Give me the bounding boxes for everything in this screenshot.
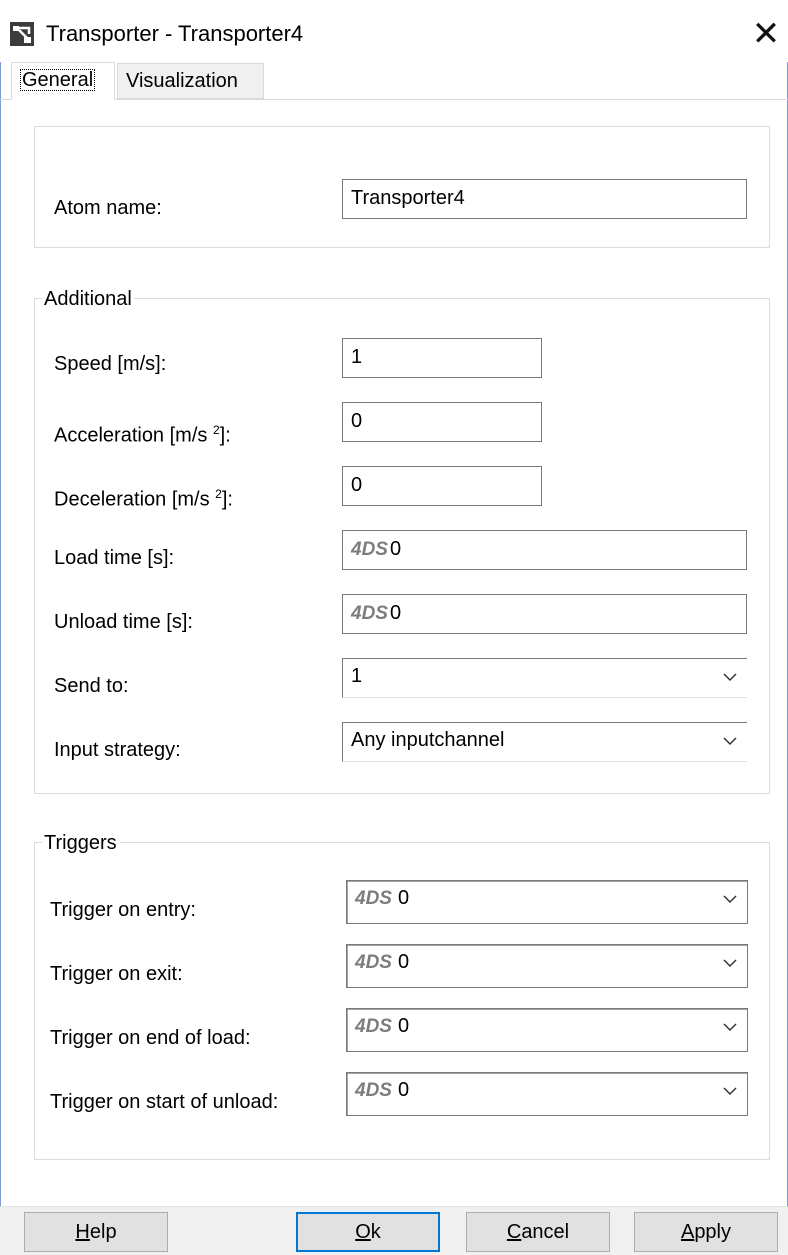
atom-name-input[interactable]: Transporter4	[342, 179, 747, 219]
window-title: Transporter - Transporter4	[46, 21, 304, 46]
unload-time-value: 0	[389, 602, 402, 624]
tab-general[interactable]: General	[11, 62, 115, 100]
trigger-exit-4ds-prefix: 4DS	[355, 952, 392, 973]
ok-mnemonic: O	[355, 1221, 371, 1243]
acceleration-label-end: ]:	[219, 424, 231, 447]
chevron-down-icon	[723, 1023, 737, 1032]
load-time-4ds-prefix: 4DS	[351, 539, 388, 560]
cancel-mnemonic: C	[506, 1221, 522, 1243]
input-strategy-value: Any inputchannel	[351, 729, 505, 751]
chevron-down-icon	[723, 737, 737, 746]
trigger-end-of-load-dropdown[interactable]: 4DS 0	[346, 1008, 748, 1052]
apply-label-rest: pply	[694, 1221, 732, 1243]
trigger-exit-label: Trigger on exit:	[50, 963, 183, 985]
help-label-rest: elp	[89, 1221, 117, 1243]
additional-group-title: Additional	[42, 287, 134, 311]
trigger-end-of-load-value: 0	[397, 1015, 410, 1037]
trigger-start-of-unload-value: 0	[397, 1079, 410, 1101]
cancel-label-rest: ancel	[521, 1221, 570, 1243]
speed-value: 1	[351, 346, 363, 368]
ok-button[interactable]: Ok	[296, 1212, 440, 1252]
chevron-down-icon	[723, 1087, 737, 1096]
trigger-end-of-load-4ds-prefix: 4DS	[355, 1016, 392, 1037]
chevron-down-icon	[723, 959, 737, 968]
deceleration-value: 0	[351, 474, 363, 496]
trigger-exit-dropdown[interactable]: 4DS 0	[346, 944, 748, 988]
acceleration-label-text: Acceleration [m/s	[54, 424, 213, 447]
send-to-dropdown[interactable]: 1	[342, 658, 747, 698]
input-strategy-dropdown[interactable]: Any inputchannel	[342, 722, 747, 762]
send-to-value: 1	[351, 665, 363, 687]
tab-general-label: General	[20, 69, 96, 91]
ok-label-rest: k	[370, 1221, 381, 1243]
deceleration-label-sup: 2	[215, 487, 222, 501]
triggers-group-title: Triggers	[42, 831, 119, 855]
help-mnemonic: H	[75, 1221, 90, 1243]
acceleration-value: 0	[351, 410, 363, 432]
cancel-button[interactable]: Cancel	[466, 1212, 610, 1252]
close-icon[interactable]: ✕	[748, 16, 784, 52]
help-button[interactable]: Help	[24, 1212, 168, 1252]
chevron-down-icon	[723, 895, 737, 904]
unload-time-4ds-prefix: 4DS	[351, 603, 388, 624]
acceleration-label-sup: 2	[212, 423, 220, 437]
acceleration-input[interactable]: 0	[342, 402, 542, 442]
load-time-label: Load time [s]:	[54, 547, 175, 569]
trigger-start-of-unload-label: Trigger on start of unload:	[50, 1091, 279, 1113]
apply-button[interactable]: Apply	[634, 1212, 778, 1252]
title-bar: Transporter - Transporter4 ✕	[0, 0, 788, 62]
acceleration-label: Acceleration [m/s 2]:	[54, 416, 231, 450]
deceleration-label-end: ]:	[221, 488, 233, 511]
trigger-start-of-unload-4ds-prefix: 4DS	[355, 1080, 392, 1101]
chevron-down-icon	[723, 673, 737, 682]
trigger-entry-label: Trigger on entry:	[50, 899, 196, 921]
speed-input[interactable]: 1	[342, 338, 542, 378]
trigger-entry-dropdown[interactable]: 4DS 0	[346, 880, 748, 924]
atom-name-value: Transporter4	[351, 187, 465, 209]
transporter-app-icon	[10, 22, 34, 46]
speed-label: Speed [m/s]:	[54, 353, 167, 375]
unload-time-label: Unload time [s]:	[54, 611, 193, 633]
input-strategy-label: Input strategy:	[54, 739, 181, 761]
trigger-end-of-load-label: Trigger on end of load:	[50, 1027, 251, 1049]
deceleration-label: Deceleration [m/s 2]:	[54, 480, 233, 514]
load-time-input[interactable]: 4DS 0	[342, 530, 747, 570]
load-time-value: 0	[389, 538, 402, 560]
send-to-label: Send to:	[54, 675, 129, 697]
unload-time-input[interactable]: 4DS 0	[342, 594, 747, 634]
deceleration-input[interactable]: 0	[342, 466, 542, 506]
atom-name-label: Atom name:	[54, 197, 162, 219]
deceleration-label-text: Deceleration [m/s	[54, 488, 216, 511]
tab-visualization[interactable]: Visualization	[117, 63, 264, 99]
trigger-exit-value: 0	[397, 951, 410, 973]
trigger-entry-4ds-prefix: 4DS	[355, 888, 392, 909]
tab-visualization-label: Visualization	[126, 70, 238, 92]
trigger-start-of-unload-dropdown[interactable]: 4DS 0	[346, 1072, 748, 1116]
trigger-entry-value: 0	[397, 887, 410, 909]
apply-mnemonic: A	[680, 1221, 695, 1243]
